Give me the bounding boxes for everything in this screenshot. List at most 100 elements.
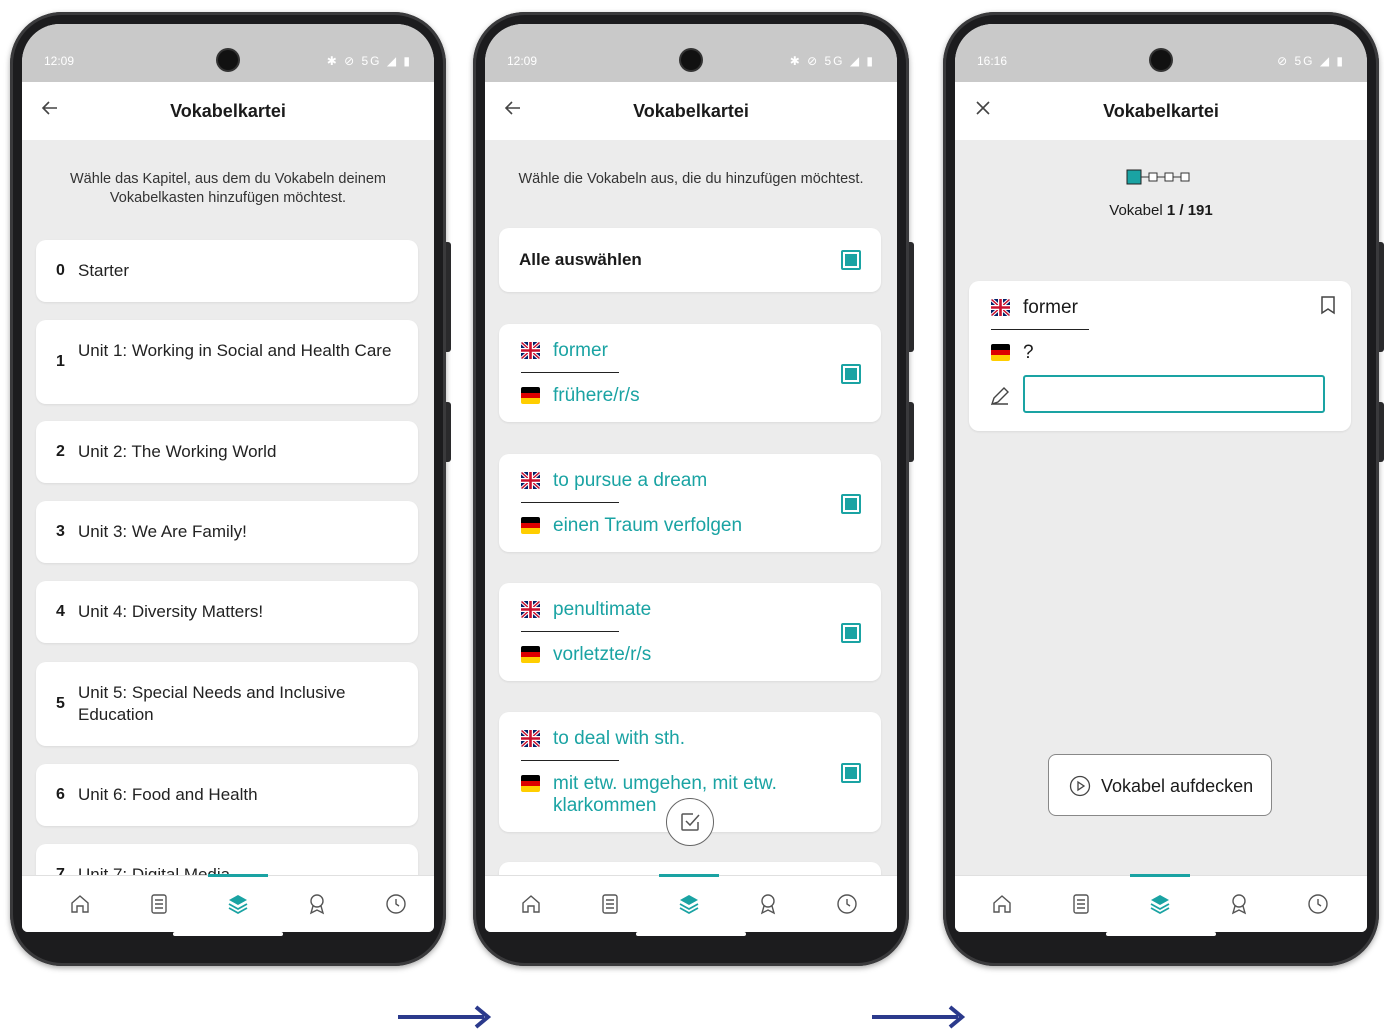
chapter-label: Unit 4: Diversity Matters!	[78, 602, 264, 621]
flow-arrow-right-icon	[398, 1005, 492, 1029]
chapter-number: 4	[56, 603, 65, 620]
play-circle-icon	[1069, 775, 1091, 797]
bookmark-icon[interactable]	[1319, 295, 1337, 315]
phone-chapter-list: 12:09 ✱ ⊘ 5G ◢ ▮ Vokabelkartei Wähle das…	[10, 12, 451, 966]
layers-icon[interactable]	[677, 892, 701, 916]
chapter-label: Unit 3: We Are Family!	[78, 522, 247, 541]
quiz-word-english: former	[1023, 297, 1078, 318]
intro-text: Wähle die Vokabeln aus, die du hinzufüge…	[518, 171, 864, 187]
chapter-number: 3	[56, 523, 65, 540]
intro-text: Wähle das Kapitel, aus dem du Vokabeln d…	[70, 171, 386, 206]
confirm-fab[interactable]	[666, 798, 714, 846]
vocab-counter: Vokabel 1 / 191	[955, 202, 1367, 219]
bottom-nav	[955, 874, 1367, 932]
uk-flag-icon	[521, 730, 540, 747]
select-all-label: Alle auswählen	[519, 250, 642, 269]
chapter-item[interactable]: 1 Unit 1: Working in Social and Health C…	[36, 320, 418, 404]
award-icon[interactable]	[305, 892, 329, 916]
document-icon[interactable]	[598, 892, 622, 916]
award-icon[interactable]	[1227, 892, 1251, 916]
bottom-nav	[22, 874, 434, 932]
chapter-item[interactable]: 2 Unit 2: The Working World	[36, 421, 418, 483]
chapter-label: Unit 1: Working in Social and Health Car…	[78, 341, 392, 360]
progress-steps-icon	[1126, 169, 1190, 185]
page-title: Vokabelkartei	[1103, 101, 1219, 121]
status-time: 16:16	[977, 54, 1008, 68]
vocab-checkbox[interactable]	[841, 494, 861, 514]
document-icon[interactable]	[147, 892, 171, 916]
chapter-item[interactable]: 3 Unit 3: We Are Family!	[36, 501, 418, 563]
chapter-number: 0	[56, 262, 65, 279]
layers-icon[interactable]	[226, 892, 250, 916]
camera-cutout	[218, 50, 238, 70]
vocab-english: former	[553, 340, 608, 361]
home-indicator[interactable]	[1106, 932, 1216, 936]
award-icon[interactable]	[756, 892, 780, 916]
clock-icon[interactable]	[384, 892, 408, 916]
chapter-label: Unit 2: The Working World	[78, 442, 277, 461]
status-icons: ⊘ 5G ◢ ▮	[1277, 54, 1345, 68]
chapter-label: Starter	[78, 261, 130, 280]
vocab-checkbox[interactable]	[841, 364, 861, 384]
status-bar: 16:16 ⊘ 5G ◢ ▮	[955, 24, 1367, 82]
quiz-word-german: ?	[1023, 342, 1034, 363]
vocab-item[interactable]: penultimate vorletzte/r/s	[499, 583, 881, 681]
bottom-nav	[485, 874, 897, 932]
chapter-number: 1	[56, 353, 65, 370]
phone-vocab-quiz: 16:16 ⊘ 5G ◢ ▮ Vokabelkartei Vokabel 1 /…	[943, 12, 1384, 966]
home-indicator[interactable]	[173, 932, 283, 936]
camera-cutout	[681, 50, 701, 70]
select-all-checkbox[interactable]	[841, 250, 861, 270]
quiz-card: former ?	[969, 281, 1351, 431]
uk-flag-icon	[521, 472, 540, 489]
clock-icon[interactable]	[1306, 892, 1330, 916]
home-indicator[interactable]	[636, 932, 746, 936]
status-bar: 12:09 ✱ ⊘ 5G ◢ ▮	[485, 24, 897, 82]
phone-vocab-select: 12:09 ✱ ⊘ 5G ◢ ▮ Vokabelkartei Wähle die…	[473, 12, 914, 966]
page-title: Vokabelkartei	[633, 101, 749, 121]
reveal-button[interactable]: Vokabel aufdecken	[1048, 754, 1272, 816]
screen: 12:09 ✱ ⊘ 5G ◢ ▮ Vokabelkartei Wähle das…	[22, 24, 434, 932]
page-title: Vokabelkartei	[170, 101, 286, 121]
reveal-button-label: Vokabel aufdecken	[1101, 776, 1254, 796]
home-icon[interactable]	[519, 892, 543, 916]
app-bar: Vokabelkartei	[485, 82, 897, 140]
vocab-german: vorletzte/r/s	[553, 644, 652, 665]
vocab-english: penultimate	[553, 599, 652, 620]
divider	[991, 329, 1089, 330]
chapter-item[interactable]: 6 Unit 6: Food and Health	[36, 764, 418, 826]
select-all-row[interactable]: Alle auswählen	[499, 228, 881, 292]
document-icon[interactable]	[1069, 892, 1093, 916]
chapter-number: 6	[56, 786, 65, 803]
active-indicator	[659, 874, 719, 877]
chapter-number: 5	[56, 695, 65, 712]
home-icon[interactable]	[68, 892, 92, 916]
vocab-checkbox[interactable]	[841, 763, 861, 783]
check-square-icon	[681, 813, 700, 831]
chapter-item[interactable]: 5 Unit 5: Special Needs and Inclusive Ed…	[36, 662, 418, 746]
counter-value: 1 / 191	[1166, 202, 1213, 219]
chapter-item[interactable]: 4 Unit 4: Diversity Matters!	[36, 581, 418, 643]
home-icon[interactable]	[990, 892, 1014, 916]
chapter-item[interactable]: 0 Starter	[36, 240, 418, 302]
vocab-item[interactable]: to pursue a dream einen Traum verfolgen	[499, 454, 881, 552]
divider	[521, 631, 619, 632]
status-icons: ✱ ⊘ 5G ◢ ▮	[326, 54, 412, 68]
camera-cutout	[1151, 50, 1171, 70]
divider	[521, 760, 619, 761]
vocab-german: einen Traum verfolgen	[553, 515, 743, 536]
chapter-number: 2	[56, 443, 65, 460]
pencil-icon	[990, 387, 1009, 406]
vocab-checkbox[interactable]	[841, 623, 861, 643]
screen: 12:09 ✱ ⊘ 5G ◢ ▮ Vokabelkartei Wähle die…	[485, 24, 897, 932]
layers-icon[interactable]	[1148, 892, 1172, 916]
vocab-english: to deal with sth.	[553, 728, 686, 749]
status-bar: 12:09 ✱ ⊘ 5G ◢ ▮	[22, 24, 434, 82]
active-indicator	[208, 874, 268, 877]
vocab-german: frühere/r/s	[553, 385, 640, 406]
vocab-item[interactable]: former frühere/r/s	[499, 324, 881, 422]
answer-input[interactable]	[1023, 375, 1325, 413]
clock-icon[interactable]	[835, 892, 859, 916]
divider	[521, 502, 619, 503]
status-time: 12:09	[507, 54, 538, 68]
